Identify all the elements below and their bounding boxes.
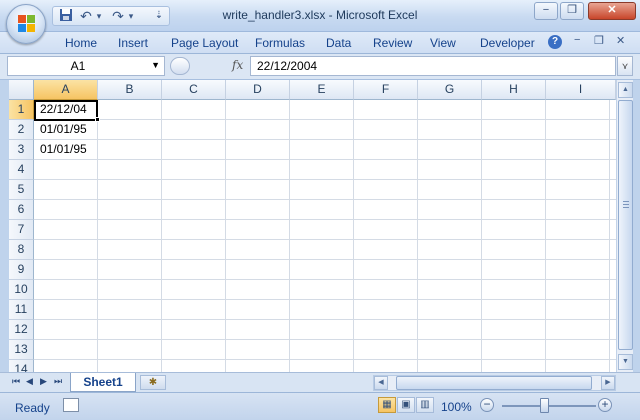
row-header-6[interactable]: 6: [9, 200, 34, 220]
row-header-10[interactable]: 10: [9, 280, 34, 300]
scroll-left-icon[interactable]: ◀: [374, 376, 388, 390]
name-box[interactable]: A1 ▼: [7, 56, 165, 76]
horizontal-scroll-thumb[interactable]: [396, 376, 592, 390]
scroll-down-icon[interactable]: ▼: [618, 354, 633, 370]
minimize-button[interactable]: −: [534, 2, 558, 20]
tab-page-layout[interactable]: Page Layout: [171, 36, 238, 50]
row-header-1[interactable]: 1: [9, 100, 34, 120]
first-sheet-icon[interactable]: ⏮: [12, 376, 20, 387]
tab-view[interactable]: View: [430, 36, 456, 50]
row-header-14[interactable]: 14: [9, 360, 34, 372]
vertical-scrollbar[interactable]: ▲ ▼: [616, 80, 633, 372]
undo-icon[interactable]: ↶: [79, 8, 93, 24]
sheet-tab-bar: ⏮ ◀ ▶ ⏭ Sheet1 ✱ ◀ ▶: [0, 372, 640, 392]
row-header-12[interactable]: 12: [9, 320, 34, 340]
column-header-c[interactable]: C: [162, 80, 226, 100]
column-header-i[interactable]: I: [546, 80, 616, 100]
undo-dropdown-icon[interactable]: ▾: [95, 8, 103, 24]
cell-a3[interactable]: 01/01/95: [34, 140, 98, 160]
restore-button[interactable]: ❐: [560, 2, 584, 20]
column-header-b[interactable]: B: [98, 80, 162, 100]
page-layout-view-button[interactable]: ▣: [397, 397, 415, 413]
title-bar: ↶ ▾ ↷ ▾ ⇣ write_handler3.xlsx - Microsof…: [0, 0, 640, 32]
tab-formulas[interactable]: Formulas: [255, 36, 305, 50]
status-bar: Ready ▦ ▣ ▥ 100% − +: [0, 392, 640, 420]
row-header-9[interactable]: 9: [9, 260, 34, 280]
scroll-up-icon[interactable]: ▲: [618, 82, 633, 98]
row-header-11[interactable]: 11: [9, 300, 34, 320]
formula-bar: A1 ▼ fx 22/12/2004 ⋎: [0, 54, 640, 80]
tab-home[interactable]: Home: [65, 36, 97, 50]
formula-bar-splitter[interactable]: [170, 57, 190, 75]
normal-view-button[interactable]: ▦: [378, 397, 396, 413]
tab-review[interactable]: Review: [373, 36, 412, 50]
select-all-button[interactable]: [9, 80, 34, 100]
tab-developer[interactable]: Developer: [480, 36, 535, 50]
row-header-4[interactable]: 4: [9, 160, 34, 180]
tab-data[interactable]: Data: [326, 36, 351, 50]
row-header-3[interactable]: 3: [9, 140, 34, 160]
column-header-e[interactable]: E: [290, 80, 354, 100]
tab-insert[interactable]: Insert: [118, 36, 148, 50]
column-header-a[interactable]: A: [34, 80, 98, 100]
worksheet-grid: A B C D E F G H I 1 2 3 4 5 6 7 8 9 10 1…: [9, 80, 616, 372]
page-break-view-button[interactable]: ▥: [416, 397, 434, 413]
insert-sheet-icon[interactable]: ✱: [140, 375, 166, 390]
vertical-scroll-thumb[interactable]: [618, 100, 633, 350]
column-header-d[interactable]: D: [226, 80, 290, 100]
cell-area[interactable]: [34, 100, 616, 372]
zoom-out-icon[interactable]: −: [480, 398, 494, 412]
horizontal-scrollbar[interactable]: ◀ ▶: [373, 375, 616, 391]
redo-icon[interactable]: ↷: [111, 8, 125, 24]
insert-function-icon[interactable]: fx: [232, 58, 243, 72]
row-header-5[interactable]: 5: [9, 180, 34, 200]
redo-dropdown-icon[interactable]: ▾: [127, 8, 135, 24]
workbook-minimize-button[interactable]: −: [574, 34, 580, 46]
zoom-slider-thumb[interactable]: [540, 398, 549, 413]
chevron-down-icon[interactable]: ▼: [151, 60, 160, 70]
save-icon[interactable]: [59, 8, 73, 24]
expand-formula-bar-icon[interactable]: ⋎: [617, 56, 633, 76]
workbook-close-button[interactable]: ✕: [616, 34, 625, 47]
row-header-13[interactable]: 13: [9, 340, 34, 360]
formula-input[interactable]: 22/12/2004: [250, 56, 616, 76]
fill-handle[interactable]: [95, 117, 100, 122]
help-icon[interactable]: ?: [548, 35, 562, 49]
sheet-tab-sheet1[interactable]: Sheet1: [70, 373, 136, 392]
row-header-7[interactable]: 7: [9, 220, 34, 240]
customize-toolbar-icon[interactable]: ⇣: [153, 8, 165, 24]
last-sheet-icon[interactable]: ⏭: [54, 376, 62, 387]
scroll-grip-icon: [623, 201, 629, 210]
ribbon-tabs: Home Insert Page Layout Formulas Data Re…: [0, 32, 640, 54]
next-sheet-icon[interactable]: ▶: [40, 376, 47, 387]
previous-sheet-icon[interactable]: ◀: [26, 376, 33, 387]
status-text: Ready: [15, 401, 50, 415]
column-header-f[interactable]: F: [354, 80, 418, 100]
zoom-in-icon[interactable]: +: [598, 398, 612, 412]
workbook-restore-button[interactable]: ❐: [594, 34, 604, 47]
office-logo-icon: [18, 15, 36, 33]
record-macro-icon[interactable]: [63, 398, 79, 412]
zoom-slider-track[interactable]: [502, 405, 596, 407]
window-title: write_handler3.xlsx - Microsoft Excel: [222, 8, 418, 22]
zoom-level[interactable]: 100%: [441, 400, 472, 414]
close-button[interactable]: ✕: [588, 2, 636, 20]
scroll-right-icon[interactable]: ▶: [601, 376, 615, 390]
name-box-value: A1: [70, 59, 86, 73]
row-header-2[interactable]: 2: [9, 120, 34, 140]
column-header-g[interactable]: G: [418, 80, 482, 100]
active-cell-border: [34, 100, 98, 121]
cell-a2[interactable]: 01/01/95: [34, 120, 98, 140]
office-button[interactable]: [6, 4, 46, 44]
quick-access-toolbar: ↶ ▾ ↷ ▾ ⇣: [52, 6, 170, 26]
row-header-8[interactable]: 8: [9, 240, 34, 260]
column-header-h[interactable]: H: [482, 80, 546, 100]
